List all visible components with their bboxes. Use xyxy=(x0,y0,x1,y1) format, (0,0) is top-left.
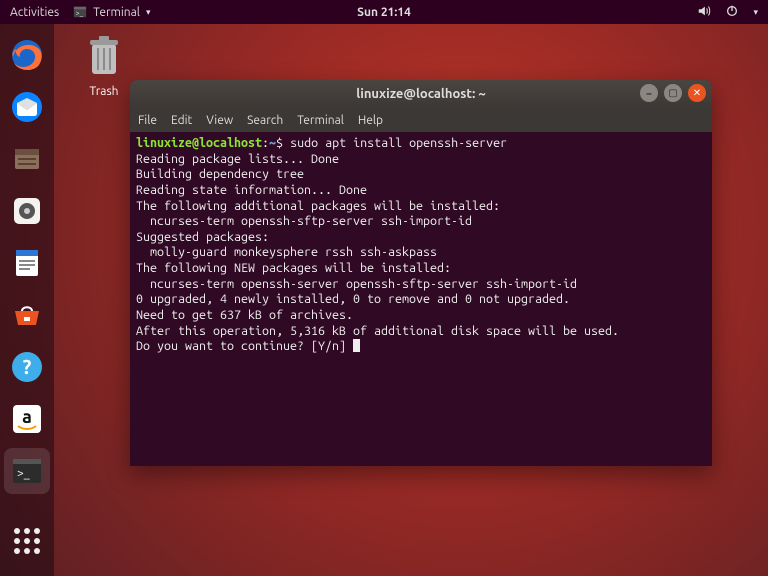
command-text: sudo apt install openssh-server xyxy=(290,136,507,150)
volume-icon xyxy=(697,4,711,18)
firefox-icon xyxy=(9,37,45,73)
output-line: 0 upgraded, 4 newly installed, 0 to remo… xyxy=(136,292,570,306)
power-icon[interactable] xyxy=(725,4,739,21)
trash-icon xyxy=(84,34,124,78)
dock-rhythmbox[interactable] xyxy=(4,188,50,234)
activities-button[interactable]: Activities xyxy=(10,6,59,19)
prompt-end: $ xyxy=(276,136,290,150)
terminal-icon: >_ xyxy=(73,5,87,19)
output-line: molly-guard monkeysphere rssh ssh-askpas… xyxy=(136,245,437,259)
dock-thunderbird[interactable] xyxy=(4,84,50,130)
terminal-cursor xyxy=(353,339,360,352)
dock-firefox[interactable] xyxy=(4,32,50,78)
output-line: ncurses-term openssh-sftp-server ssh-imp… xyxy=(136,214,472,228)
menu-terminal[interactable]: Terminal xyxy=(297,114,344,127)
output-line: Suggested packages: xyxy=(136,230,269,244)
trash-label: Trash xyxy=(74,85,134,98)
thunderbird-icon xyxy=(9,89,45,125)
menu-edit[interactable]: Edit xyxy=(171,114,192,127)
output-line: Need to get 637 kB of archives. xyxy=(136,308,353,322)
prompt-user: linuxize@localhost xyxy=(136,136,262,150)
amazon-icon: a xyxy=(9,401,45,437)
clock[interactable]: Sun 21:14 xyxy=(357,6,411,19)
shutdown-icon xyxy=(725,4,739,18)
terminal-body[interactable]: linuxize@localhost:~$ sudo apt install o… xyxy=(130,132,712,466)
rhythmbox-icon xyxy=(9,193,45,229)
prompt-sep: : xyxy=(262,136,269,150)
help-icon: ? xyxy=(9,349,45,385)
window-minimize-button[interactable]: – xyxy=(640,84,658,102)
svg-text:>_: >_ xyxy=(17,467,30,480)
app-menu-label: Terminal xyxy=(93,6,140,19)
output-line: The following NEW packages will be insta… xyxy=(136,261,451,275)
dock-writer[interactable] xyxy=(4,240,50,286)
app-menu[interactable]: >_ Terminal ▾ xyxy=(73,5,150,19)
system-menu-chevron-icon[interactable]: ▾ xyxy=(753,7,758,18)
svg-text:?: ? xyxy=(23,355,32,378)
window-menubar: File Edit View Search Terminal Help xyxy=(130,108,712,132)
dock-files[interactable] xyxy=(4,136,50,182)
svg-text:a: a xyxy=(22,407,32,427)
dock-terminal[interactable]: >_ xyxy=(4,448,50,494)
output-line: ncurses-term openssh-server openssh-sftp… xyxy=(136,277,577,291)
chevron-down-icon: ▾ xyxy=(146,7,151,18)
files-icon xyxy=(9,141,45,177)
top-bar: Activities >_ Terminal ▾ Sun 21:14 ▾ xyxy=(0,0,768,24)
svg-text:>_: >_ xyxy=(76,10,84,18)
desktop-trash[interactable]: Trash xyxy=(74,34,134,98)
terminal-window: linuxize@localhost: ~ – ▢ ✕ File Edit Vi… xyxy=(130,80,712,466)
dock-software[interactable] xyxy=(4,292,50,338)
output-line: Reading package lists... Done xyxy=(136,152,339,166)
output-line: The following additional packages will b… xyxy=(136,199,500,213)
dock-help[interactable]: ? xyxy=(4,344,50,390)
writer-icon xyxy=(9,245,45,281)
output-line: Do you want to continue? [Y/n] xyxy=(136,339,353,353)
sound-icon[interactable] xyxy=(697,4,711,21)
window-controls: – ▢ ✕ xyxy=(640,84,706,102)
menu-help[interactable]: Help xyxy=(358,114,383,127)
apps-grid-icon xyxy=(14,528,40,554)
output-line: Building dependency tree xyxy=(136,167,304,181)
output-line: Reading state information... Done xyxy=(136,183,367,197)
menu-file[interactable]: File xyxy=(138,114,157,127)
window-close-button[interactable]: ✕ xyxy=(688,84,706,102)
prompt-path: ~ xyxy=(269,136,276,150)
software-icon xyxy=(9,297,45,333)
window-maximize-button[interactable]: ▢ xyxy=(664,84,682,102)
window-titlebar[interactable]: linuxize@localhost: ~ – ▢ ✕ xyxy=(130,80,712,108)
output-line: After this operation, 5,316 kB of additi… xyxy=(136,324,619,338)
menu-search[interactable]: Search xyxy=(247,114,283,127)
terminal-app-icon: >_ xyxy=(9,453,45,489)
menu-view[interactable]: View xyxy=(206,114,233,127)
launcher-dock: ? a >_ xyxy=(0,24,54,576)
dock-amazon[interactable]: a xyxy=(4,396,50,442)
show-applications-button[interactable] xyxy=(4,518,50,564)
window-title: linuxize@localhost: ~ xyxy=(356,87,485,101)
